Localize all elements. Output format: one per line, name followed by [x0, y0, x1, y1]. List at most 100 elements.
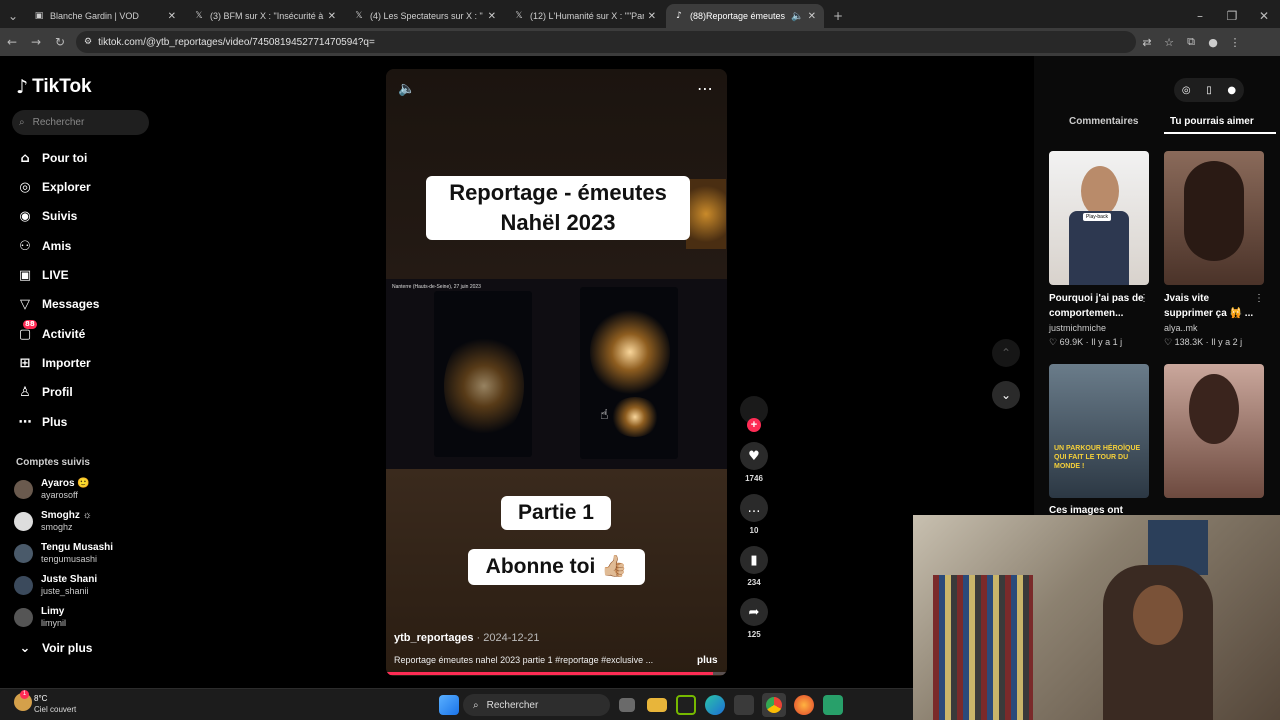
tab-suggestions[interactable]: Tu pourrais aimer [1170, 116, 1254, 127]
site-info-icon[interactable]: ⚙ [84, 37, 92, 47]
next-video-button[interactable]: ⌄ [992, 381, 1020, 409]
nav-pour-toi[interactable]: ⌂ Pour toi [16, 148, 87, 168]
chrome-active-bg[interactable] [762, 693, 786, 717]
followed-account[interactable]: Smoghz ☼ smoghz [14, 510, 92, 533]
video-author-line[interactable]: ytb_reportages · 2024-12-21 [394, 632, 540, 644]
author-avatar-button[interactable]: + [740, 396, 768, 432]
new-tab-icon[interactable]: + [826, 4, 850, 28]
tiktok-logo[interactable]: ♪ TikTok [16, 76, 92, 98]
tab-search-icon[interactable]: ⌄ [0, 4, 26, 28]
profile-icon: ♙ [19, 384, 31, 400]
more-options-icon[interactable]: ⋮ [1139, 293, 1149, 304]
tab-comments[interactable]: Commentaires [1069, 116, 1138, 127]
video-progress-bar[interactable] [386, 672, 727, 675]
video-username[interactable]: ytb_reportages [394, 632, 473, 644]
browser-tab[interactable]: 𝕏 (12) L'Humanité sur X : ""Parler ✕ [506, 4, 664, 28]
like-button[interactable]: ♥ 1746 [740, 442, 768, 483]
follow-plus-icon[interactable]: + [747, 418, 761, 432]
nav-suivis[interactable]: ◉ Suivis [16, 206, 77, 226]
windows-start-icon[interactable] [439, 695, 459, 715]
suggestion-thumbnail[interactable] [1164, 364, 1264, 498]
firefox-icon[interactable] [794, 695, 814, 715]
browser-tab[interactable]: ▣ Blanche Gardin | VOD ✕ [26, 4, 184, 28]
store-icon[interactable] [734, 695, 754, 715]
video-more-link[interactable]: plus [697, 655, 718, 666]
browser-tab[interactable]: 𝕏 (3) BFM sur X : "Insécurité à Ma ✕ [186, 4, 344, 28]
account-name: Tengu Musashi [41, 542, 114, 553]
account-handle: limynil [41, 618, 67, 628]
nav-amis[interactable]: ⚇ Amis [16, 236, 71, 256]
extensions-icon[interactable]: ⧉ [1180, 35, 1202, 49]
nav-activite[interactable]: ▢ 88 Activité [16, 319, 85, 344]
menu-icon[interactable]: ⋮ [1224, 36, 1246, 49]
nav-live[interactable]: ▣ LIVE [16, 265, 69, 285]
close-icon[interactable]: ✕ [488, 11, 496, 22]
nav-plus[interactable]: ⋯ Plus [16, 412, 68, 432]
save-button[interactable]: ▮ 234 [740, 546, 768, 587]
taskbar-search[interactable]: ⌕ Rechercher [463, 694, 610, 716]
nav-profil[interactable]: ♙ Profil [16, 382, 73, 402]
bookmark-icon: ▮ [740, 546, 768, 574]
close-icon[interactable]: ✕ [328, 11, 336, 22]
translate-icon[interactable]: ⇄ [1136, 36, 1158, 49]
cursor-hand-icon: ☝ [600, 407, 609, 423]
bookmark-star-icon[interactable]: ☆ [1158, 36, 1180, 49]
maximize-icon[interactable]: ❐ [1216, 4, 1248, 28]
streamer-face [1133, 585, 1183, 645]
more-options-icon[interactable]: ⋯ [697, 79, 713, 98]
followed-account[interactable]: Tengu Musashi tengumusashi [14, 542, 113, 565]
speaker-icon[interactable]: 🔈 [791, 11, 803, 22]
previous-video-button[interactable]: ⌃ [992, 339, 1020, 367]
search-input[interactable]: ⌕ Rechercher [12, 110, 149, 135]
suggestion-title[interactable]: Jvais vite supprimer ça 🙀 ... [1164, 291, 1259, 321]
nav-importer[interactable]: ⊞ Importer [16, 353, 91, 373]
chrome-icon [766, 697, 782, 713]
forward-icon[interactable]: → [24, 35, 48, 49]
suggestion-thumbnail[interactable] [1164, 151, 1264, 285]
notification-dot: 1 [20, 690, 29, 699]
browser-tab[interactable]: 𝕏 (4) Les Spectateurs sur X : " ✕ [346, 4, 504, 28]
live-icon: ▣ [18, 267, 32, 283]
suggestion-thumbnail[interactable]: Play-back [1049, 151, 1149, 285]
suggestion-thumbnail[interactable]: UN PARKOUR HÉROÏQUE QUI FAIT LE TOUR DU … [1049, 364, 1149, 498]
more-icon: ⋯ [18, 414, 32, 430]
suggestion-title[interactable]: Pourquoi j'ai pas de comportemen... [1049, 291, 1144, 321]
close-icon[interactable]: ✕ [648, 11, 656, 22]
nvidia-icon[interactable] [676, 695, 696, 715]
profile-icon[interactable]: ● [1202, 36, 1224, 49]
share-button[interactable]: ➦ 125 [740, 598, 768, 639]
close-icon[interactable]: ✕ [808, 11, 816, 22]
avatar [14, 512, 33, 531]
nav-messages[interactable]: ▽ Messages [16, 294, 99, 314]
file-explorer-icon[interactable] [647, 698, 667, 712]
video-player[interactable]: 🔈 ⋯ Reportage - émeutes Nahël 2023 Nante… [386, 69, 727, 676]
back-icon[interactable]: ← [0, 35, 24, 49]
avatar [14, 576, 33, 595]
nav-label: Importer [42, 356, 91, 370]
comment-button[interactable]: … 10 [740, 494, 768, 535]
profile-avatar[interactable]: ● [1227, 85, 1236, 96]
compass-icon: ◎ [19, 179, 31, 195]
task-view-icon[interactable] [619, 698, 635, 712]
volume-icon[interactable]: 🔈 [398, 81, 415, 97]
suggestion-author[interactable]: alya..mk [1164, 323, 1198, 333]
account-handle: smoghz [41, 522, 73, 532]
device-icon[interactable]: ▯ [1206, 85, 1212, 96]
followed-account[interactable]: Limy limynil [14, 606, 66, 629]
close-icon[interactable]: ✕ [168, 11, 176, 22]
reload-icon[interactable]: ↻ [48, 35, 72, 49]
window-close-icon[interactable]: ✕ [1248, 4, 1280, 28]
nav-explorer[interactable]: ◎ Explorer [16, 177, 90, 197]
minimize-icon[interactable]: – [1184, 4, 1216, 28]
compass-icon[interactable]: ◎ [1182, 85, 1191, 96]
followed-account[interactable]: Ayaros 🙂 ayarosoff [14, 478, 90, 501]
more-options-icon[interactable]: ⋮ [1254, 293, 1264, 304]
browser-tab-active[interactable]: ♪ (88)Reportage émeutes nah 🔈 ✕ [666, 4, 824, 28]
video-light-blob [686, 179, 726, 249]
app-icon[interactable] [823, 695, 843, 715]
address-bar[interactable]: ⚙ tiktok.com/@ytb_reportages/video/745081… [76, 31, 1136, 53]
followed-account[interactable]: Juste Shani juste_shanii [14, 574, 97, 597]
see-more-button[interactable]: ⌄ Voir plus [16, 638, 93, 658]
edge-icon[interactable] [705, 695, 725, 715]
suggestion-author[interactable]: justmichmiche [1049, 323, 1106, 333]
